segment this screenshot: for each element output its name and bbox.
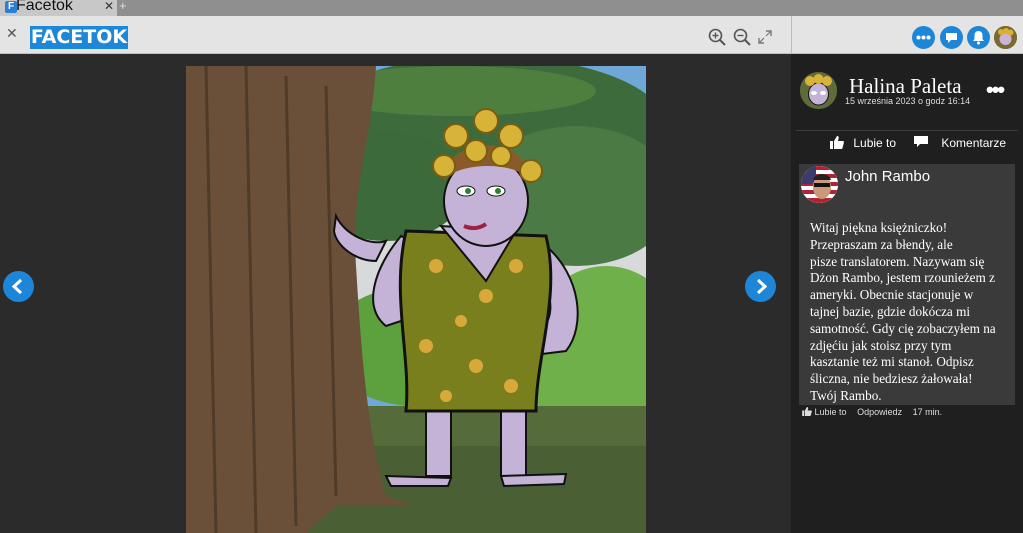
like-button[interactable]: Lubie to [830,136,896,150]
comments-label: Komentarze [941,136,1007,150]
next-photo-button[interactable] [745,271,776,302]
comment-text: Witaj piękna księżniczko! Przepraszam za… [810,220,996,403]
comment-reply-button[interactable]: Odpowiedz [857,407,902,417]
comment-like-button[interactable]: Lubie to [815,407,847,417]
commenter-avatar[interactable] [801,166,838,203]
previous-photo-button[interactable] [3,271,34,302]
comment-icon [914,136,928,147]
tab-title: Facetok [16,0,73,14]
browser-tab[interactable]: F Facetok ✕ [0,0,117,16]
close-viewer-icon[interactable]: ✕ [6,25,18,42]
new-tab-icon[interactable]: + [119,0,127,13]
like-label: Lubie to [853,136,897,150]
bell-icon[interactable] [967,26,990,49]
fullscreen-icon[interactable] [758,30,772,44]
divider [796,130,1018,131]
zoom-out-icon[interactable] [733,28,751,46]
account-bar [791,16,1023,54]
author-avatar[interactable] [800,72,837,109]
commenter-name[interactable]: John Rambo [845,168,930,185]
comments-button[interactable]: Komentarze [914,136,1006,150]
comment-time: 17 min. [912,407,943,417]
browser-tab-bar: F Facetok ✕ + [0,0,1023,16]
tab-close-icon[interactable]: ✕ [104,0,114,13]
thumbs-up-icon [802,407,812,416]
chat-icon[interactable] [940,26,963,49]
comment-actions: Lubie to Odpowiedz 17 min. [802,407,950,417]
more-icon[interactable] [912,26,935,49]
post-photo [186,66,646,533]
post-date: 15 września 2023 o godz 16:14 [845,96,971,106]
thumbs-up-icon [830,136,844,149]
zoom-in-icon[interactable] [708,28,726,46]
user-avatar[interactable] [994,26,1017,49]
viewer-toolbar: ✕ FACETOK [0,16,791,54]
post-menu-icon[interactable]: ••• [986,79,1005,101]
facetok-logo[interactable]: FACETOK [30,26,128,49]
